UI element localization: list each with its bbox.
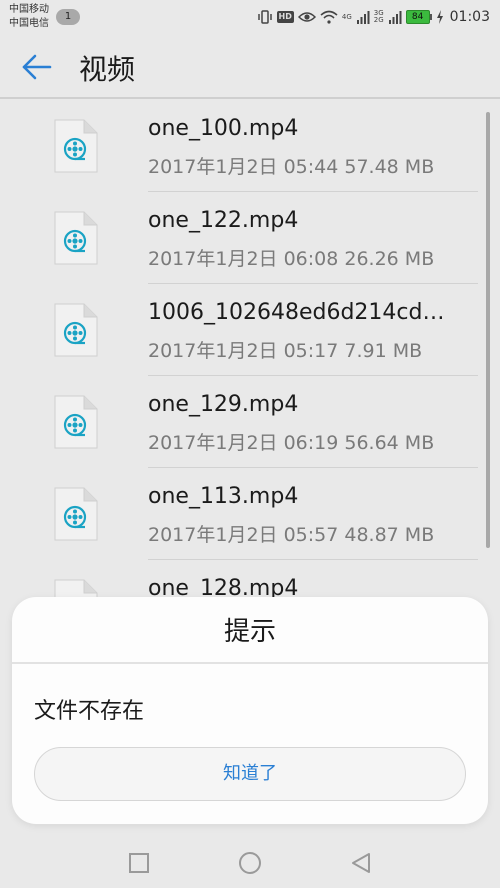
file-name: one_113.mp4 bbox=[148, 484, 299, 509]
nav-back-button[interactable] bbox=[349, 851, 373, 875]
wifi-icon bbox=[320, 10, 338, 24]
page-title: 视频 bbox=[79, 53, 136, 86]
network-4g-label: 4G bbox=[341, 12, 352, 21]
status-bar: 中国移动 中国电信 1 HD 4G 3G 2G 84 01:03 bbox=[0, 0, 500, 34]
file-meta: 2017年1月2日 06:08 26.26 MB bbox=[148, 248, 435, 270]
network-type-2: 3G 2G bbox=[374, 10, 384, 24]
dialog-message: 文件不存在 bbox=[34, 699, 145, 724]
navigation-bar bbox=[0, 838, 500, 888]
video-file-icon bbox=[54, 395, 98, 449]
eye-icon bbox=[297, 10, 316, 24]
network-type-1: 4G bbox=[341, 12, 352, 21]
app-bar-divider bbox=[0, 97, 500, 99]
video-file-icon bbox=[54, 303, 98, 357]
home-icon bbox=[239, 852, 261, 874]
battery-level: 84 bbox=[405, 10, 430, 24]
file-name: one_122.mp4 bbox=[148, 208, 299, 233]
network-2g-label: 2G bbox=[373, 16, 384, 24]
clock: 01:03 bbox=[449, 9, 490, 25]
dialog-title: 提示 bbox=[223, 617, 276, 647]
back-button[interactable] bbox=[20, 52, 56, 82]
battery-icon: 84 bbox=[405, 10, 432, 24]
vibrate-icon bbox=[257, 9, 273, 25]
carrier-names: 中国移动 中国电信 bbox=[9, 3, 49, 31]
signal-icon bbox=[356, 10, 370, 24]
dialog-divider bbox=[12, 662, 488, 664]
back-triangle-icon bbox=[352, 853, 370, 873]
file-row[interactable]: 1006_102648ed6d214cd… 2017年1月2日 05:17 7.… bbox=[0, 284, 500, 376]
file-meta: 2017年1月2日 05:57 48.87 MB bbox=[148, 524, 435, 546]
file-name: 1006_102648ed6d214cd… bbox=[148, 300, 445, 325]
hd-icon: HD bbox=[276, 11, 294, 23]
file-row[interactable]: one_113.mp4 2017年1月2日 05:57 48.87 MB bbox=[0, 468, 500, 560]
file-meta: 2017年1月2日 06:19 56.64 MB bbox=[148, 432, 435, 454]
carrier-2: 中国电信 bbox=[9, 18, 49, 29]
file-meta: 2017年1月2日 05:17 7.91 MB bbox=[148, 340, 423, 362]
file-name: one_129.mp4 bbox=[148, 392, 299, 417]
sim-badge: 1 bbox=[56, 9, 80, 25]
file-row[interactable]: one_129.mp4 2017年1月2日 06:19 56.64 MB bbox=[0, 376, 500, 468]
recent-apps-icon bbox=[129, 853, 149, 873]
charging-icon bbox=[436, 10, 444, 24]
video-file-icon bbox=[54, 487, 98, 541]
file-row[interactable]: one_100.mp4 2017年1月2日 05:44 57.48 MB bbox=[0, 100, 500, 192]
back-arrow-icon bbox=[22, 54, 52, 80]
status-icons: HD 4G 3G 2G 84 01:03 bbox=[257, 7, 490, 27]
file-meta: 2017年1月2日 05:44 57.48 MB bbox=[148, 156, 435, 178]
battery-tip bbox=[429, 14, 432, 20]
alert-dialog: 提示 文件不存在 知道了 bbox=[12, 597, 488, 824]
app-bar: 视频 bbox=[0, 34, 500, 98]
home-button[interactable] bbox=[238, 851, 262, 875]
file-row[interactable]: one_122.mp4 2017年1月2日 06:08 26.26 MB bbox=[0, 192, 500, 284]
video-file-icon bbox=[54, 119, 98, 173]
signal-icon-2 bbox=[388, 10, 402, 24]
file-name: one_100.mp4 bbox=[148, 116, 299, 141]
video-file-icon bbox=[54, 211, 98, 265]
ok-button[interactable]: 知道了 bbox=[34, 747, 466, 801]
recent-apps-button[interactable] bbox=[127, 851, 151, 875]
carrier-1: 中国移动 bbox=[9, 4, 49, 15]
scrollbar[interactable] bbox=[486, 112, 490, 548]
